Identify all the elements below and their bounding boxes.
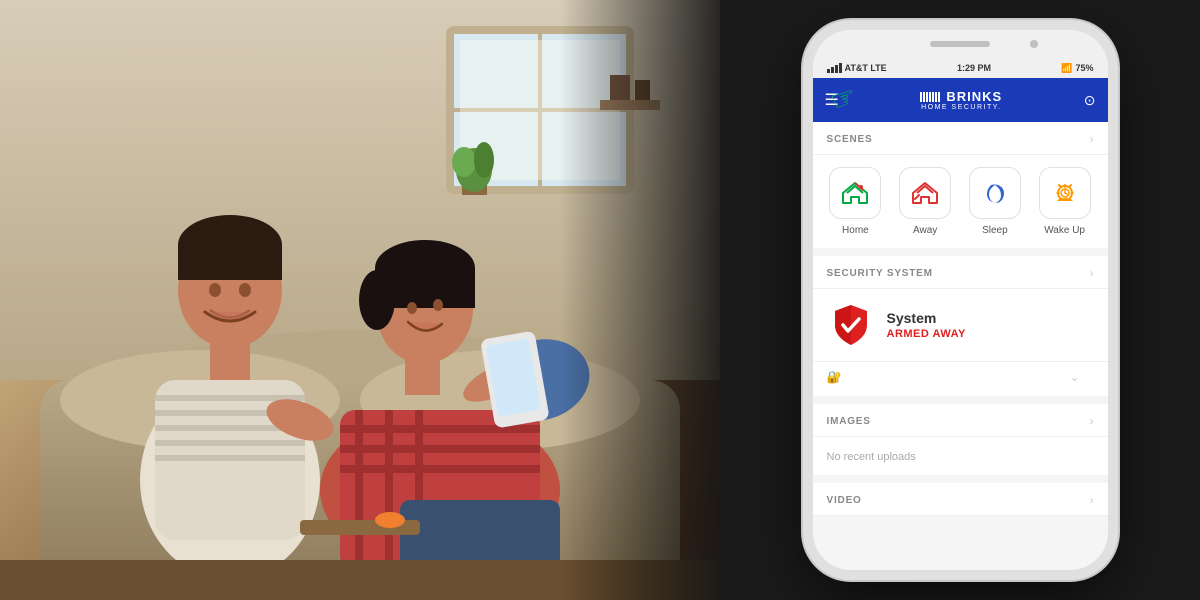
scene-sleep-label: Sleep (982, 225, 1008, 236)
images-empty-message: No recent uploads (827, 451, 916, 463)
brinks-logo: BRINKS HOME SECURITY. (920, 89, 1002, 111)
wakeup-scene-icon (1051, 179, 1079, 207)
time-text: 1:29 PM (957, 63, 991, 73)
battery-text: 75% (1075, 63, 1093, 73)
phone-mockup: AT&T LTE 1:29 PM 📶 75% ☰ (813, 30, 1108, 570)
scene-wakeup-icon-wrapper (1039, 167, 1091, 219)
lock-row-inner: 🔐 ⌄ (827, 370, 1094, 384)
signal-icon (827, 63, 842, 73)
shield-icon (827, 301, 875, 349)
images-chevron: › (1090, 414, 1094, 428)
photo-background (0, 0, 720, 600)
logo-lines (920, 92, 940, 102)
lock-icon: 🔐 (827, 370, 842, 384)
scene-away-icon-wrapper (899, 167, 951, 219)
app-content: SCENES › Home (813, 122, 1108, 570)
away-scene-icon (911, 179, 939, 207)
system-status: ARMED AWAY (887, 328, 1094, 340)
wifi-icon: 📶 (1061, 63, 1072, 74)
home-scene-icon (841, 179, 869, 207)
scene-home[interactable]: Home (829, 167, 881, 236)
scenes-grid: Home Away (813, 155, 1108, 248)
app-header: ☰ BRINKS HOME SECURITY. ⊙ (813, 78, 1108, 122)
scene-away-label: Away (913, 225, 937, 236)
scenes-header[interactable]: SCENES › (813, 122, 1108, 155)
security-section: SECURITY SYSTEM › System ARMED AWAY (813, 256, 1108, 396)
dark-background: AT&T LTE 1:29 PM 📶 75% ☰ (720, 0, 1200, 600)
security-content: System ARMED AWAY (813, 289, 1108, 361)
security-chevron: › (1090, 266, 1094, 280)
carrier-text: AT&T LTE (845, 63, 887, 73)
scenes-chevron: › (1090, 132, 1094, 146)
couple-illustration (0, 0, 720, 600)
images-header[interactable]: IMAGES › (813, 404, 1108, 437)
scenes-title: SCENES (827, 134, 873, 145)
expand-chevron[interactable]: ⌄ (1069, 370, 1079, 384)
lock-row: 🔐 ⌄ (813, 361, 1108, 396)
system-info: System ARMED AWAY (887, 310, 1094, 340)
status-bar: AT&T LTE 1:29 PM 📶 75% (813, 58, 1108, 78)
video-header[interactable]: VIDEO › (813, 483, 1108, 516)
scene-wakeup[interactable]: Wake Up (1039, 167, 1091, 236)
lock-icon-wrapper[interactable]: 🔐 (827, 370, 842, 384)
settings-icon[interactable]: ⊙ (1084, 92, 1096, 109)
scene-away[interactable]: Away (899, 167, 951, 236)
video-title: VIDEO (827, 495, 862, 506)
scene-sleep-icon-wrapper (969, 167, 1021, 219)
security-header[interactable]: SECURITY SYSTEM › (813, 256, 1108, 289)
images-content: No recent uploads (813, 437, 1108, 475)
scene-home-icon-wrapper (829, 167, 881, 219)
logo-name: BRINKS (946, 89, 1002, 104)
video-section: VIDEO › (813, 483, 1108, 516)
phone-camera (1030, 40, 1038, 48)
menu-icon[interactable]: ☰ (825, 90, 839, 110)
phone-top-bar (813, 30, 1108, 58)
video-chevron: › (1090, 493, 1094, 507)
system-name: System (887, 310, 1094, 326)
logo-text: BRINKS (920, 89, 1002, 104)
status-right: 📶 75% (1061, 63, 1093, 74)
scene-sleep[interactable]: Sleep (969, 167, 1021, 236)
status-left: AT&T LTE (827, 63, 887, 73)
phone-speaker (930, 41, 990, 47)
logo-subtitle: HOME SECURITY. (921, 104, 1001, 111)
scene-home-label: Home (842, 225, 869, 236)
images-title: IMAGES (827, 416, 871, 427)
scenes-section: SCENES › Home (813, 122, 1108, 248)
security-title: SECURITY SYSTEM (827, 268, 933, 279)
scene-wakeup-label: Wake Up (1044, 225, 1085, 236)
sleep-scene-icon (981, 179, 1009, 207)
images-section: IMAGES › No recent uploads (813, 404, 1108, 475)
